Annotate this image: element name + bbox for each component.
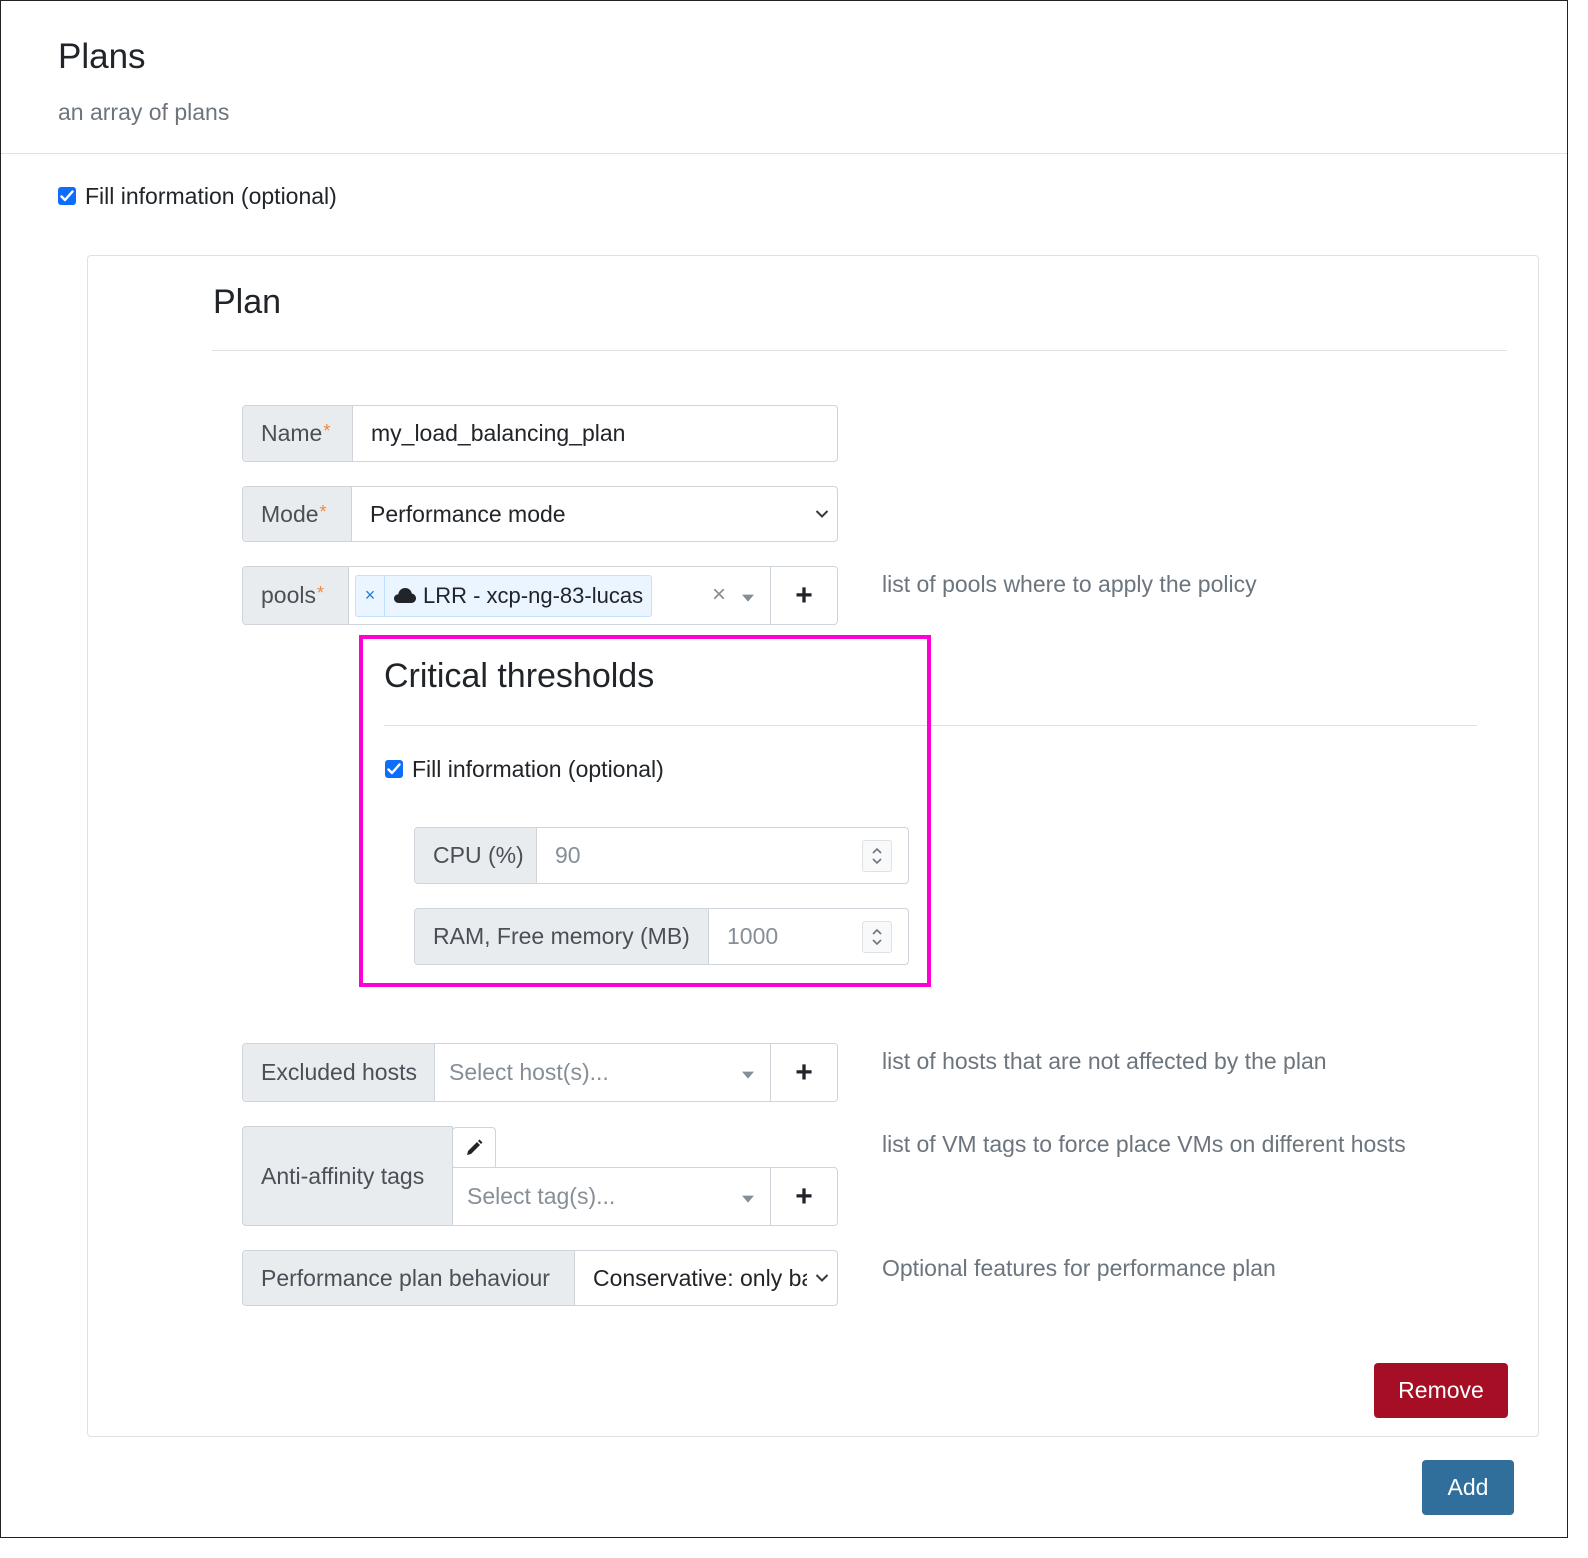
performance-behaviour-input-group: Performance plan behaviour Conservative:… xyxy=(242,1250,838,1306)
mode-input-group: Mode * Performance mode xyxy=(242,486,838,542)
performance-behaviour-label: Performance plan behaviour xyxy=(243,1251,575,1305)
add-pool-button[interactable]: + xyxy=(770,567,837,624)
fill-information-label: Fill information (optional) xyxy=(85,183,337,209)
pool-chip-text: LRR - xcp-ng-83-lucas xyxy=(423,582,644,608)
mode-label-text: Mode xyxy=(261,500,319,527)
caret-down-icon[interactable] xyxy=(742,1071,754,1079)
cloud-icon xyxy=(394,588,416,603)
caret-down-icon[interactable] xyxy=(742,594,754,602)
excluded-hosts-label: Excluded hosts xyxy=(243,1044,435,1101)
anti-affinity-label: Anti-affinity tags xyxy=(242,1126,453,1226)
name-input-group: Name * my_load_balancing_plan xyxy=(242,405,838,462)
critical-thresholds-highlight-box xyxy=(359,635,931,987)
performance-behaviour-select[interactable]: Conservative: only ba xyxy=(575,1251,837,1305)
page-title: Plans xyxy=(58,37,146,76)
fill-information-checkbox[interactable] xyxy=(58,187,76,205)
page-frame: Plans an array of plans Fill information… xyxy=(0,0,1568,1538)
excluded-hosts-placeholder: Select host(s)... xyxy=(449,1059,609,1085)
name-input[interactable]: my_load_balancing_plan xyxy=(353,406,837,461)
name-label-text: Name xyxy=(261,420,323,446)
pools-input-group: pools * × LRR - xcp-ng-83-lucas × + xyxy=(242,566,838,625)
remove-plan-button[interactable]: Remove xyxy=(1374,1363,1508,1418)
excluded-hosts-input-group: Excluded hosts Select host(s)... + xyxy=(242,1043,838,1102)
anti-affinity-help-text: list of VM tags to force place VMs on di… xyxy=(882,1131,1406,1157)
pool-chip: × LRR - xcp-ng-83-lucas xyxy=(355,574,653,617)
pools-label: pools * xyxy=(243,567,349,624)
checkmark-icon xyxy=(60,190,74,202)
edit-tags-button[interactable] xyxy=(452,1127,496,1169)
pools-help-text: list of pools where to apply the policy xyxy=(882,571,1257,597)
caret-down-icon[interactable] xyxy=(742,1195,754,1203)
required-mark: * xyxy=(323,421,331,441)
add-tag-button[interactable]: + xyxy=(770,1168,837,1225)
required-mark: * xyxy=(319,501,327,522)
anti-affinity-select[interactable]: Select tag(s)... xyxy=(453,1168,770,1225)
add-plan-button[interactable]: Add xyxy=(1422,1460,1514,1515)
pools-select[interactable]: × LRR - xcp-ng-83-lucas × xyxy=(349,567,770,624)
pools-label-text: pools xyxy=(261,582,316,608)
pencil-icon xyxy=(467,1139,483,1155)
plan-divider xyxy=(212,350,1507,351)
chevron-down-icon xyxy=(815,510,829,518)
mode-select[interactable]: Performance mode xyxy=(352,487,837,541)
mode-select-value: Performance mode xyxy=(370,500,566,527)
header-divider xyxy=(1,153,1567,154)
page-subtitle: an array of plans xyxy=(58,99,230,125)
plan-title: Plan xyxy=(213,283,282,321)
chip-label: LRR - xcp-ng-83-lucas xyxy=(385,576,651,616)
mode-label: Mode * xyxy=(243,487,352,541)
chip-remove-icon[interactable]: × xyxy=(356,575,385,616)
performance-behaviour-help-text: Optional features for performance plan xyxy=(882,1255,1276,1281)
required-mark: * xyxy=(316,583,324,603)
add-excluded-host-button[interactable]: + xyxy=(770,1044,837,1101)
clear-selection-icon[interactable]: × xyxy=(712,580,726,608)
chevron-down-icon xyxy=(815,1274,829,1282)
name-label: Name * xyxy=(243,406,353,461)
anti-affinity-placeholder: Select tag(s)... xyxy=(467,1183,616,1209)
excluded-hosts-select[interactable]: Select host(s)... xyxy=(435,1044,770,1101)
anti-affinity-input-group: Select tag(s)... + xyxy=(452,1167,838,1226)
excluded-hosts-help-text: list of hosts that are not affected by t… xyxy=(882,1048,1327,1074)
performance-behaviour-value: Conservative: only ba xyxy=(593,1264,807,1291)
